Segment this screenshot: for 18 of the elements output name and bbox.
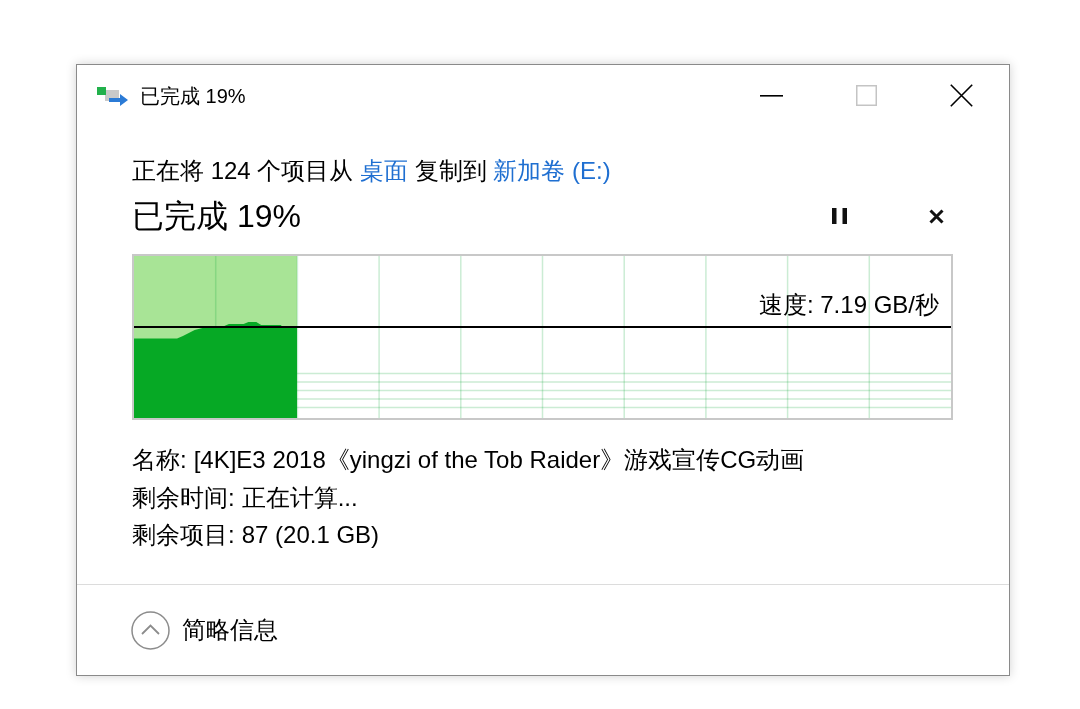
location-link[interactable]: 新加卷 (E:) [493, 157, 611, 184]
location-link[interactable]: 桌面 [360, 157, 409, 184]
detail-value: [4K]E3 2018《yingzi of the Tob Raider》游戏宣传CG动画 [193, 445, 805, 475]
file-transfer-icon [97, 85, 128, 106]
chevron-up-circle-icon [131, 610, 170, 650]
speed-reading: 速度: 7.19 GB/秒 [758, 291, 939, 319]
minimize-icon [760, 94, 783, 97]
detail-label: 剩余项目: [132, 520, 235, 550]
copy-summary-text: 正在将 124 个项目从 桌面 复制到 新加卷 (E:) [132, 156, 611, 186]
detail-value: 正在计算... [241, 482, 358, 513]
detail-label: 名称: [132, 445, 187, 475]
details-toggle-button[interactable]: 简略信息 [131, 610, 278, 650]
detail-value: 87 (20.1 GB) [241, 520, 380, 550]
close-icon [950, 84, 973, 107]
detail-label: 剩余时间: [132, 482, 235, 513]
window-title: 已完成 19% [140, 83, 246, 109]
progress-status-text: 已完成 19% [132, 197, 301, 236]
close-icon [928, 208, 944, 224]
